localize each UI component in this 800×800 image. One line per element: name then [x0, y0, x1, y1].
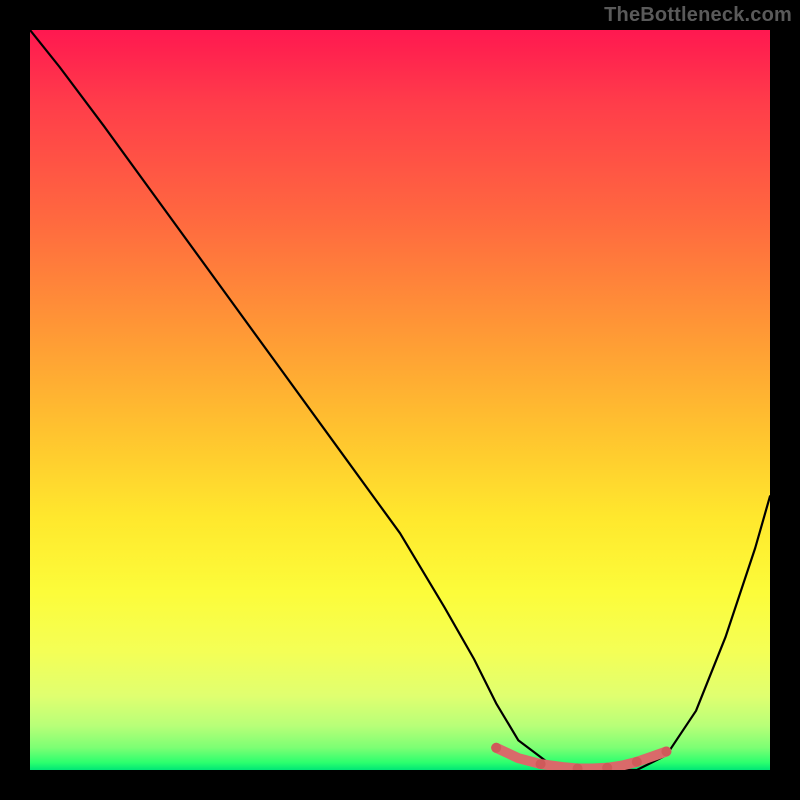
main-curve [30, 30, 770, 770]
chart-frame: TheBottleneck.com [0, 0, 800, 800]
highlight-dot [491, 743, 501, 753]
curve-overlay [30, 30, 770, 770]
attribution-text: TheBottleneck.com [604, 4, 792, 27]
highlight-dot [632, 757, 642, 767]
highlight-dot [661, 747, 671, 757]
highlight-dot [536, 759, 546, 769]
